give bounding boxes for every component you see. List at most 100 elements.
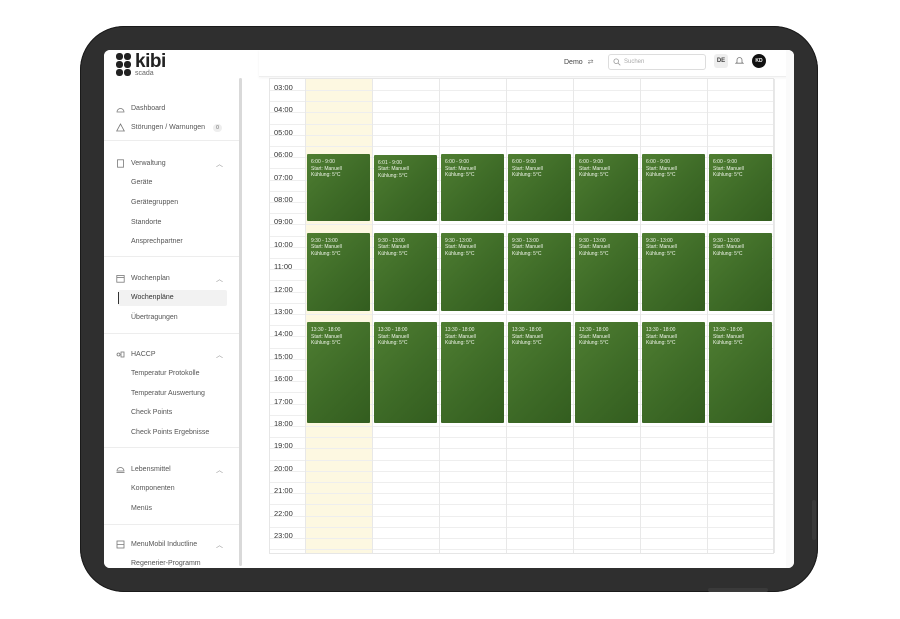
schedule-block[interactable]: 9:30 - 13:00 Start: Manuell Kühlung: 5°C bbox=[508, 232, 571, 311]
sidebar-section-menumobil[interactable]: MenuMobil Inductline bbox=[116, 540, 197, 549]
hour-label: 21:00 bbox=[274, 486, 293, 496]
grid-line bbox=[270, 526, 773, 528]
sidebar-item-check-points[interactable]: Check Points bbox=[131, 409, 172, 416]
schedule-block[interactable]: 6:00 - 9:00 Start: Manuell Kühlung: 5°C bbox=[709, 154, 772, 222]
hour-label: 17:00 bbox=[274, 396, 293, 406]
schedule-block[interactable]: 13:30 - 18:00 Start: Manuell Kühlung: 5°C bbox=[508, 322, 571, 423]
sidebar-item-label: Dashboard bbox=[131, 105, 166, 112]
block-cooling: Kühlung: 5°C bbox=[445, 340, 475, 347]
sidebar-item-temperatur-auswertung[interactable]: Temperatur Auswertung bbox=[131, 390, 205, 397]
bell-icon[interactable] bbox=[734, 56, 745, 67]
schedule-block[interactable]: 6:00 - 9:00 Start: Manuell Kühlung: 5°C bbox=[575, 154, 638, 222]
sidebar-item-geraetegruppen[interactable]: Gerätegruppen bbox=[131, 199, 178, 206]
hour-label: 06:00 bbox=[274, 150, 293, 160]
schedule-block[interactable]: 9:30 - 13:00 Start: Manuell Kühlung: 5°C bbox=[374, 232, 437, 311]
logo-text: kibi bbox=[135, 51, 166, 72]
warnings-count-badge: 0 bbox=[213, 123, 222, 132]
sidebar-item-komponenten[interactable]: Komponenten bbox=[131, 485, 175, 492]
hour-label: 14:00 bbox=[274, 329, 293, 339]
section-label: Verwaltung bbox=[131, 160, 166, 167]
chevron-up-icon[interactable]: ︿ bbox=[216, 465, 223, 475]
schedule-block[interactable]: 9:30 - 13:00 Start: Manuell Kühlung: 5°C bbox=[307, 232, 370, 311]
menumobil-icon bbox=[116, 540, 125, 549]
schedule-block[interactable]: 13:30 - 18:00 Start: Manuell Kühlung: 5°C bbox=[575, 322, 638, 423]
sidebar-section-lebensmittel[interactable]: Lebensmittel bbox=[116, 465, 171, 474]
sidebar-scrollbar[interactable] bbox=[239, 78, 242, 566]
divider bbox=[104, 140, 239, 141]
grid-line bbox=[270, 112, 773, 114]
hour-label: 19:00 bbox=[274, 441, 293, 451]
schedule-block[interactable]: 13:30 - 18:00 Start: Manuell Kühlung: 5°C bbox=[709, 322, 772, 423]
grid-line bbox=[270, 538, 773, 539]
block-cooling: Kühlung: 5°C bbox=[646, 172, 676, 179]
grid-line bbox=[270, 459, 773, 461]
sidebar-item-ansprechpartner[interactable]: Ansprechpartner bbox=[131, 238, 183, 245]
schedule-block[interactable]: 13:30 - 18:00 Start: Manuell Kühlung: 5°C bbox=[374, 322, 437, 423]
chevron-up-icon[interactable]: ︿ bbox=[216, 540, 223, 550]
search-input[interactable]: Suchen bbox=[608, 54, 706, 70]
block-cooling: Kühlung: 5°C bbox=[311, 172, 341, 179]
block-cooling: Kühlung: 5°C bbox=[512, 250, 542, 257]
avatar[interactable]: KD bbox=[752, 54, 766, 68]
grid-line bbox=[270, 101, 773, 103]
chevron-up-icon[interactable]: ︿ bbox=[216, 159, 223, 169]
schedule-block[interactable]: 13:30 - 18:00 Start: Manuell Kühlung: 5°C bbox=[441, 322, 504, 423]
divider bbox=[104, 333, 239, 334]
schedule-block[interactable]: 9:30 - 13:00 Start: Manuell Kühlung: 5°C bbox=[709, 232, 772, 311]
chevron-up-icon[interactable]: ︿ bbox=[216, 350, 223, 360]
schedule-block[interactable]: 13:30 - 18:00 Start: Manuell Kühlung: 5°C bbox=[642, 322, 705, 423]
schedule-block[interactable]: 6:00 - 9:00 Start: Manuell Kühlung: 5°C bbox=[642, 154, 705, 222]
sidebar-section-haccp[interactable]: HACCP bbox=[116, 350, 156, 359]
sidebar-item-check-points-ergebnisse[interactable]: Check Points Ergebnisse bbox=[131, 429, 209, 436]
language-button[interactable]: DE bbox=[714, 54, 728, 68]
grid-line bbox=[270, 426, 773, 427]
block-cooling: Kühlung: 5°C bbox=[713, 172, 743, 179]
schedule-block[interactable]: 6:01 - 9:00 Start: Manuell Kühlung: 5°C bbox=[374, 154, 437, 222]
block-cooling: Kühlung: 5°C bbox=[311, 340, 341, 347]
hour-label: 04:00 bbox=[274, 105, 293, 115]
sidebar-item-regenerier-programm[interactable]: Regenerier-Programm bbox=[131, 560, 201, 567]
sidebar-item-dashboard[interactable]: Dashboard bbox=[116, 104, 165, 113]
sidebar-item-geraete[interactable]: Geräte bbox=[131, 179, 152, 186]
sidebar-item-menues[interactable]: Menüs bbox=[131, 505, 152, 512]
device-icon bbox=[116, 159, 125, 168]
schedule-block[interactable]: 6:00 - 9:00 Start: Manuell Kühlung: 5°C bbox=[307, 154, 370, 222]
sidebar-item-standorte[interactable]: Standorte bbox=[131, 219, 161, 226]
sidebar-item-temperatur-protokolle[interactable]: Temperatur Protokolle bbox=[131, 370, 199, 377]
active-item-indicator bbox=[118, 292, 119, 304]
day-column-line bbox=[506, 79, 507, 553]
logo[interactable]: kibi scada bbox=[116, 51, 166, 77]
schedule-block[interactable]: 9:30 - 13:00 Start: Manuell Kühlung: 5°C bbox=[575, 232, 638, 311]
sidebar-section-verwaltung[interactable]: Verwaltung bbox=[116, 159, 166, 168]
sidebar-section-wochenplan[interactable]: Wochenplan bbox=[116, 274, 170, 283]
hour-label: 16:00 bbox=[274, 374, 293, 384]
schedule-block[interactable]: 6:00 - 9:00 Start: Manuell Kühlung: 5°C bbox=[441, 154, 504, 222]
hour-label: 05:00 bbox=[274, 127, 293, 137]
hour-label: 11:00 bbox=[274, 262, 293, 272]
sidebar-item-wochenplaene[interactable]: Wochenpläne bbox=[131, 294, 174, 301]
block-cooling: Kühlung: 5°C bbox=[713, 250, 743, 257]
schedule-block[interactable]: 6:00 - 9:00 Start: Manuell Kühlung: 5°C bbox=[508, 154, 571, 222]
food-icon bbox=[116, 465, 125, 474]
block-cooling: Kühlung: 5°C bbox=[445, 250, 475, 257]
block-cooling: Kühlung: 5°C bbox=[713, 340, 743, 347]
block-cooling: Kühlung: 5°C bbox=[311, 250, 341, 257]
schedule-block[interactable]: 13:30 - 18:00 Start: Manuell Kühlung: 5°C bbox=[307, 322, 370, 423]
grid-line bbox=[270, 146, 773, 147]
hour-label: 15:00 bbox=[274, 351, 293, 361]
account-switcher[interactable]: Demo ⇄ bbox=[564, 58, 594, 66]
grid-line bbox=[270, 448, 773, 450]
search-placeholder: Suchen bbox=[624, 59, 645, 65]
block-cooling: Kühlung: 5°C bbox=[512, 340, 542, 347]
chevron-up-icon[interactable]: ︿ bbox=[216, 274, 223, 284]
sidebar-item-uebertragungen[interactable]: Übertragungen bbox=[131, 314, 178, 321]
schedule-block[interactable]: 9:30 - 13:00 Start: Manuell Kühlung: 5°C bbox=[642, 232, 705, 311]
day-column-line bbox=[439, 79, 440, 553]
calendar-scroll-track[interactable] bbox=[786, 50, 794, 568]
sidebar-item-warnings[interactable]: Störungen / Warnungen 0 bbox=[116, 123, 222, 132]
hour-label: 03:00 bbox=[274, 83, 293, 92]
tablet-bottom-button bbox=[708, 588, 768, 592]
block-cooling: Kühlung: 5°C bbox=[378, 172, 408, 179]
divider bbox=[104, 447, 239, 448]
schedule-block[interactable]: 9:30 - 13:00 Start: Manuell Kühlung: 5°C bbox=[441, 232, 504, 311]
